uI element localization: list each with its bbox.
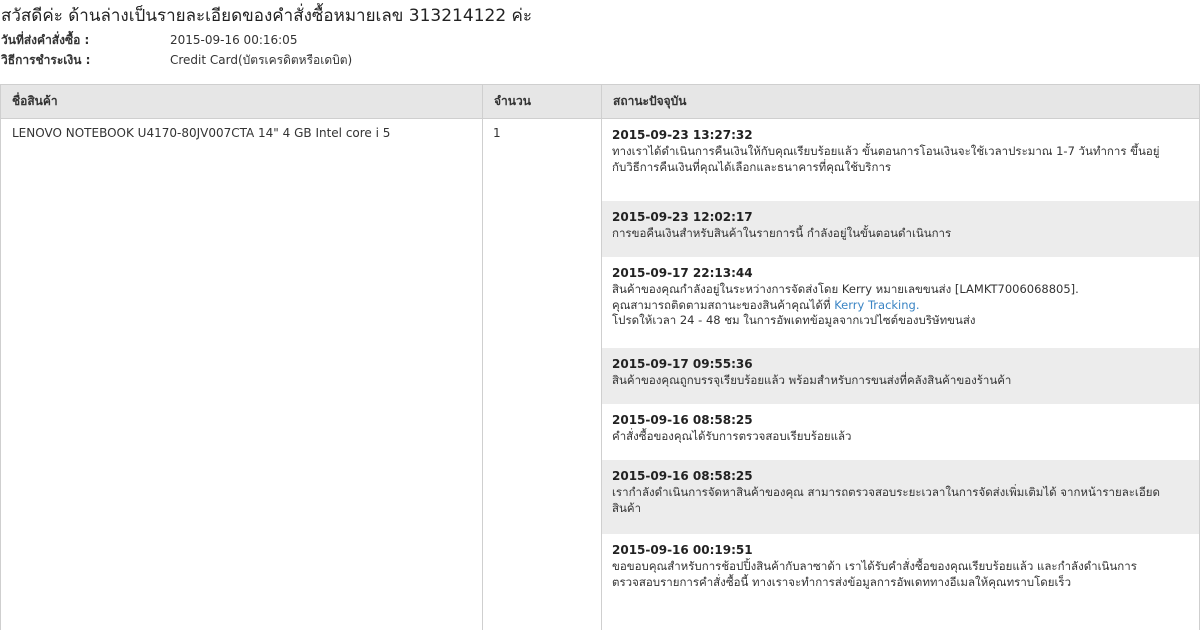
status-message-text: คุณสามารถติดตามสถานะของสินค้าคุณได้ที่	[612, 297, 831, 312]
status-item: 2015-09-16 08:58:25 เรากำลังดำเนินการจัด…	[602, 460, 1199, 534]
kerry-tracking-link[interactable]: Kerry Tracking.	[834, 298, 919, 312]
status-datetime: 2015-09-16 08:58:25	[612, 469, 753, 483]
payment-method-row: วิธีการชำระเงิน : Credit Card(บัตรเครดิตห…	[1, 51, 352, 70]
status-history-list: 2015-09-23 13:27:32 ทางเราได้ดำเนินการคื…	[602, 119, 1199, 610]
status-datetime: 2015-09-17 09:55:36	[612, 357, 753, 371]
status-message: คำสั่งซื้อของคุณได้รับการตรวจสอบเรียบร้อ…	[612, 429, 852, 443]
status-message: ตรวจสอบรายการคำสั่งซื้อนี้ ทางเราจะทำการ…	[612, 574, 1072, 589]
payment-method-value: Credit Card(บัตรเครดิตหรือเดบิต)	[170, 53, 353, 67]
status-message: สินค้าของคุณถูกบรรจุเรียบร้อยแล้ว พร้อมส…	[612, 373, 1012, 387]
status-message: ขอขอบคุณสำหรับการช้อปปิ้งสินค้ากับลาซาด้…	[612, 559, 1137, 573]
order-date-row: วันที่ส่งคำสั่งซื้อ : 2015-09-16 00:16:05	[1, 31, 297, 50]
status-item: 2015-09-16 08:58:25 คำสั่งซื้อของคุณได้ร…	[602, 404, 1199, 460]
payment-method-label: วิธีการชำระเงิน :	[1, 53, 91, 67]
status-message: สินค้าของคุณกำลังอยู่ในระหว่างการจัดส่งโ…	[612, 282, 1079, 296]
status-item: 2015-09-16 00:19:51 ขอขอบคุณสำหรับการช้อ…	[602, 534, 1199, 610]
status-datetime: 2015-09-16 00:19:51	[612, 543, 753, 557]
status-item: 2015-09-17 09:55:36 สินค้าของคุณถูกบรรจุ…	[602, 348, 1199, 404]
status-message: ทางเราได้ดำเนินการคืนเงินให้กับคุณเรียบร…	[612, 144, 1160, 158]
status-item: 2015-09-17 22:13:44 สินค้าของคุณกำลังอยู…	[602, 257, 1199, 348]
status-item: 2015-09-23 12:02:17 การขอคืนเงินสำหรับสิ…	[602, 201, 1199, 257]
status-message: สินค้า	[612, 500, 642, 515]
status-message: โปรดให้เวลา 24 - 48 ชม ในการอัพเดทข้อมูล…	[612, 313, 976, 327]
column-header-status: สถานะปัจจุบัน	[601, 85, 1199, 118]
column-divider	[482, 119, 483, 630]
order-date-value: 2015-09-16 00:16:05	[170, 33, 298, 47]
order-date-label: วันที่ส่งคำสั่งซื้อ :	[1, 33, 90, 47]
column-header-product: ชื่อสินค้า	[12, 94, 58, 108]
status-datetime: 2015-09-23 12:02:17	[612, 210, 753, 224]
status-message: เรากำลังดำเนินการจัดหาสินค้าของคุณ สามาร…	[612, 485, 1160, 499]
status-datetime: 2015-09-23 13:27:32	[612, 128, 753, 142]
status-datetime: 2015-09-17 22:13:44	[612, 266, 753, 280]
order-items-table: ชื่อสินค้า จำนวน สถานะปัจจุบัน LENOVO NO…	[0, 84, 1200, 630]
table-header: ชื่อสินค้า จำนวน สถานะปัจจุบัน	[1, 84, 1199, 119]
status-datetime: 2015-09-16 08:58:25	[612, 413, 753, 427]
product-quantity: 1	[493, 126, 501, 140]
page-title: สวัสดีค่ะ ด้านล่างเป็นรายละเอียดของคำสั่…	[1, 6, 533, 26]
product-name[interactable]: LENOVO NOTEBOOK U4170-80JV007CTA 14" 4 G…	[12, 126, 390, 140]
status-message: การขอคืนเงินสำหรับสินค้าในรายการนี้ กำลั…	[612, 226, 952, 240]
status-message: กับวิธีการคืนเงินที่คุณได้เลือกและธนาคาร…	[612, 159, 892, 174]
status-item: 2015-09-23 13:27:32 ทางเราได้ดำเนินการคื…	[602, 119, 1199, 201]
status-message: คุณสามารถติดตามสถานะของสินค้าคุณได้ที่ K…	[612, 298, 1189, 314]
column-header-quantity: จำนวน	[482, 85, 601, 118]
